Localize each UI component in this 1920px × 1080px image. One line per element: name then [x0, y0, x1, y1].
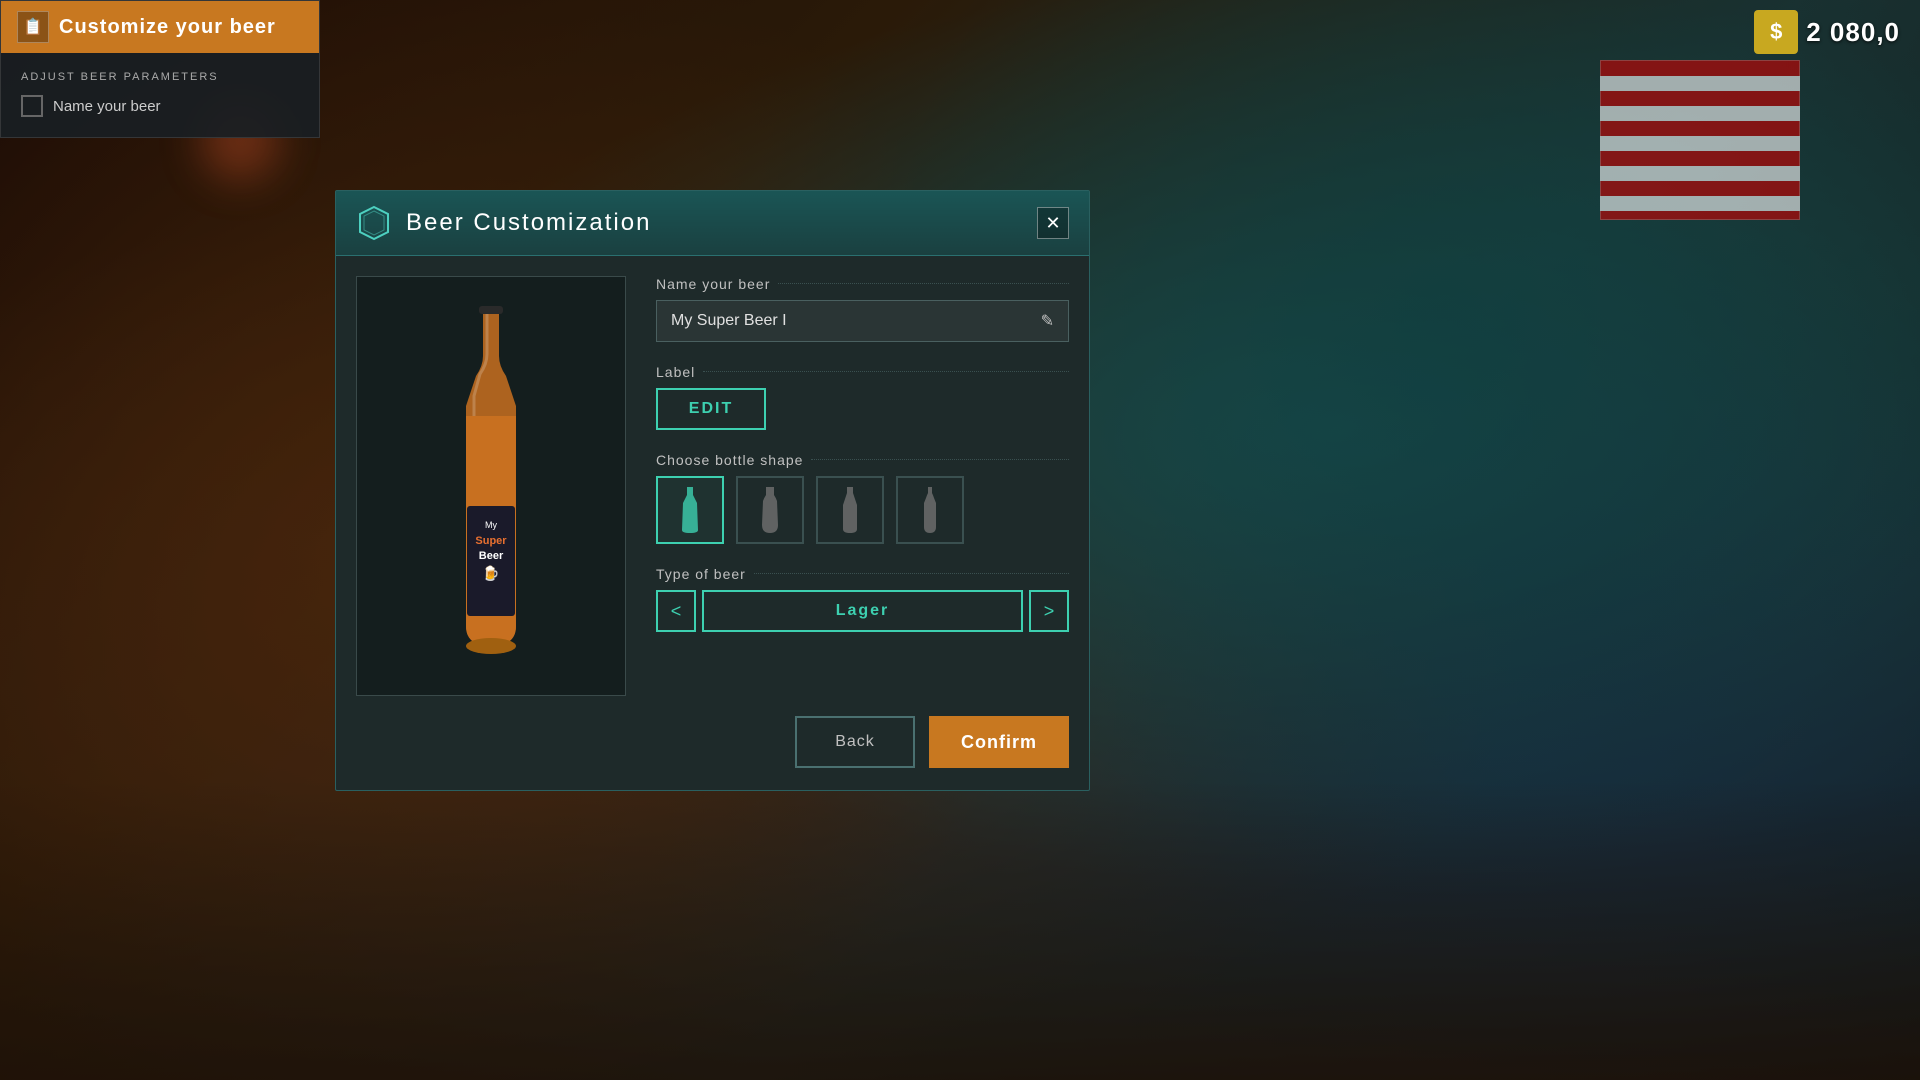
sidebar-panel: 📋 Customize your beer ADJUST BEER PARAME…	[0, 0, 320, 138]
name-label: Name your beer	[656, 276, 1069, 292]
confirm-button[interactable]: Confirm	[929, 716, 1069, 768]
currency-display: $ 2 080,0	[1754, 10, 1900, 54]
dialog-body: My Super Beer 🍺 Name your beer	[336, 256, 1089, 716]
dialog-close-button[interactable]: ✕	[1037, 207, 1069, 239]
svg-text:My: My	[485, 520, 497, 530]
dialog-header: Beer Customization ✕	[336, 191, 1089, 256]
beer-name-input[interactable]	[671, 312, 1041, 330]
beer-type-selector: < Lager >	[656, 590, 1069, 632]
name-beer-label: Name your beer	[53, 98, 161, 115]
bg-flag	[1600, 60, 1800, 220]
label-section: Label Edit	[656, 364, 1069, 430]
bottle-shape-label: Choose bottle shape	[656, 452, 1069, 468]
beer-type-prev-button[interactable]: <	[656, 590, 696, 632]
beer-customization-dialog: Beer Customization ✕	[335, 190, 1090, 791]
bottle-shape-3[interactable]	[816, 476, 884, 544]
bottle-shape-2[interactable]	[736, 476, 804, 544]
name-input-wrapper: ✎	[656, 300, 1069, 342]
beer-dialog-icon	[356, 205, 392, 241]
currency-amount: 2 080,0	[1806, 17, 1900, 48]
bg-shelf	[0, 780, 1920, 1080]
name-beer-checkbox[interactable]	[21, 95, 43, 117]
dialog-footer: Back Confirm	[336, 716, 1089, 790]
bottle-svg: My Super Beer 🍺	[411, 296, 571, 676]
back-button[interactable]: Back	[795, 716, 915, 768]
beer-type-label: Type of beer	[656, 566, 1069, 582]
panel-body: ADJUST BEER PARAMETERS Name your beer	[1, 53, 319, 137]
bottle-container: My Super Beer 🍺	[357, 277, 625, 695]
panel-title-text: Customize your beer	[59, 16, 276, 39]
svg-text:Super: Super	[475, 535, 507, 547]
bottle-shape-4[interactable]	[896, 476, 964, 544]
bottle-shape-section: Choose bottle shape	[656, 452, 1069, 544]
dialog-header-left: Beer Customization	[356, 205, 651, 241]
bottle-preview: My Super Beer 🍺	[356, 276, 626, 696]
dialog-title: Beer Customization	[406, 209, 651, 237]
svg-text:Beer: Beer	[479, 550, 504, 562]
beer-type-next-button[interactable]: >	[1029, 590, 1069, 632]
name-section: Name your beer ✎	[656, 276, 1069, 342]
label-section-title: Label	[656, 364, 1069, 380]
edit-pencil-icon[interactable]: ✎	[1041, 311, 1054, 331]
panel-checkbox-row: Name your beer	[21, 95, 299, 117]
svg-text:🍺: 🍺	[482, 564, 499, 582]
currency-icon: $	[1754, 10, 1798, 54]
beer-type-name-button[interactable]: Lager	[702, 590, 1023, 632]
panel-title-icon: 📋	[17, 11, 49, 43]
edit-label-button[interactable]: Edit	[656, 388, 766, 430]
bottle-shapes-row	[656, 476, 1069, 544]
bottle-shape-1[interactable]	[656, 476, 724, 544]
panel-section-title: ADJUST BEER PARAMETERS	[21, 71, 299, 83]
beer-type-section: Type of beer < Lager >	[656, 566, 1069, 632]
form-panel: Name your beer ✎ Label Edit Choose bottl…	[656, 276, 1069, 696]
panel-title-bar: 📋 Customize your beer	[1, 1, 319, 53]
